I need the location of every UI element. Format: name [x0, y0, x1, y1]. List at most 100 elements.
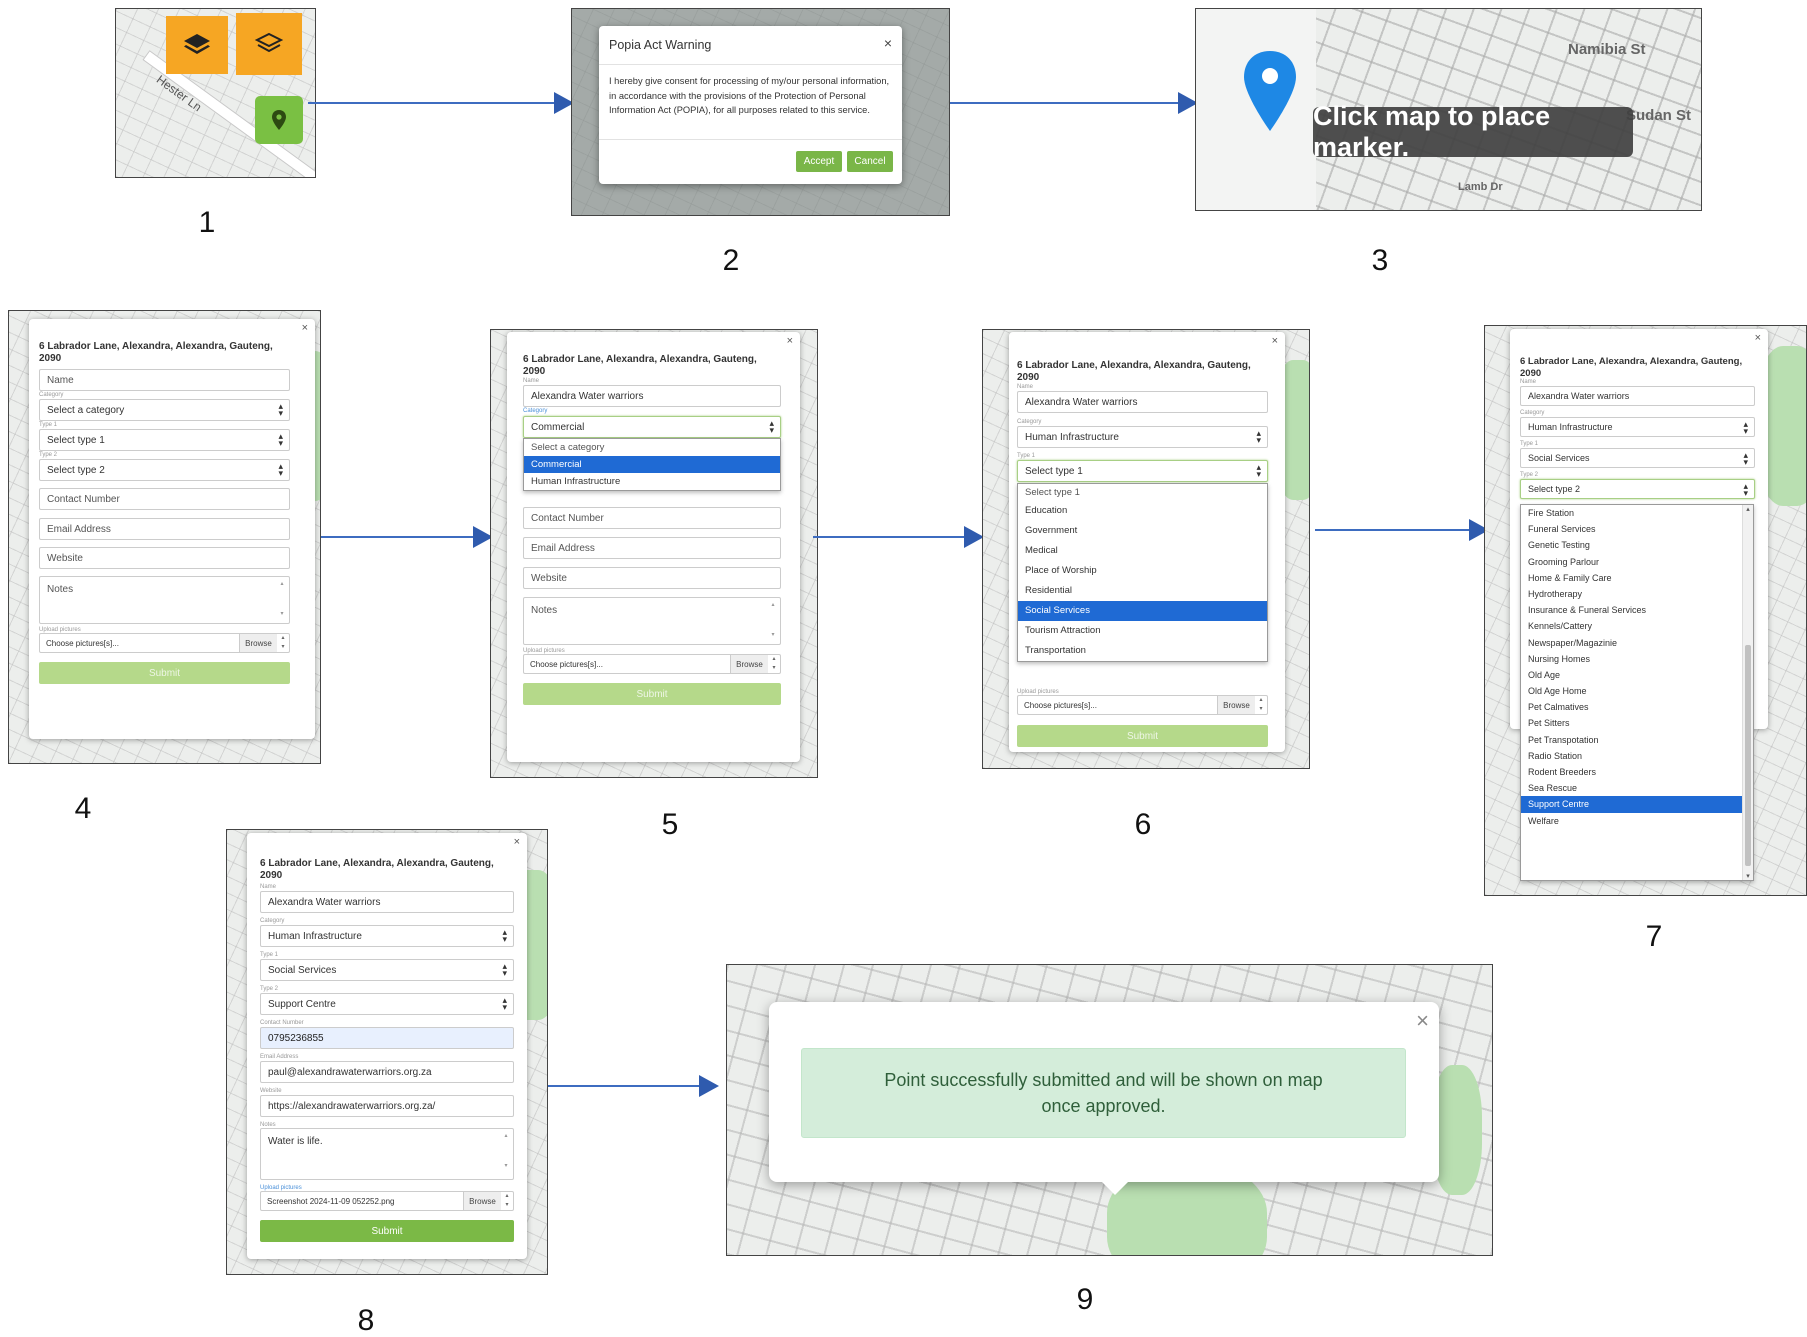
type1-select[interactable]: Select type 1 ▴ ▾ [1017, 460, 1268, 482]
type2-dropdown[interactable]: Fire Station Funeral Services Genetic Te… [1520, 504, 1754, 881]
dropdown-option[interactable]: Pet Transpotation [1521, 732, 1753, 748]
category-select[interactable]: Select a category ▴ ▾ [39, 399, 290, 421]
submit-button[interactable]: Submit [1017, 725, 1268, 747]
accept-button[interactable]: Accept [796, 151, 842, 172]
textarea-scrollbar[interactable]: ▴ ▾ [502, 1131, 510, 1177]
scroll-up-icon[interactable]: ▴ [1743, 505, 1753, 513]
dropdown-option-selected[interactable]: Commercial [524, 456, 780, 473]
dropdown-option[interactable]: Old Age Home [1521, 683, 1753, 699]
scroll-down-icon[interactable]: ▾ [1743, 872, 1753, 880]
type2-select[interactable]: Select type 2 ▴ ▾ [39, 459, 290, 481]
browse-button[interactable]: Browse [730, 655, 768, 673]
notes-textarea[interactable]: Water is life. ▴ ▾ [260, 1128, 514, 1180]
category-select[interactable]: Human Infrastructure ▴ ▾ [1017, 426, 1268, 448]
category-select[interactable]: Commercial ▴ ▾ [523, 416, 781, 438]
category-select[interactable]: Human Infrastructure ▴ ▾ [260, 925, 514, 947]
notes-textarea[interactable]: Notes ▴ ▾ [523, 597, 781, 645]
type2-select[interactable]: Select type 2 ▴ ▾ [1520, 479, 1755, 499]
close-icon[interactable]: × [884, 35, 892, 51]
dropdown-option[interactable]: Place of Worship [1018, 561, 1267, 581]
dropdown-option[interactable]: Newspaper/Magazinie [1521, 635, 1753, 651]
dropdown-option[interactable]: Pet Calmatives [1521, 699, 1753, 715]
dropdown-option[interactable]: Hydrotherapy [1521, 586, 1753, 602]
browse-button[interactable]: Browse [463, 1192, 501, 1210]
dropdown-option[interactable]: Nursing Homes [1521, 651, 1753, 667]
name-input[interactable]: Alexandra Water warriors [1017, 391, 1268, 413]
contact-number-input[interactable]: 0795236855 [260, 1027, 514, 1049]
dropdown-option[interactable]: Kennels/Cattery [1521, 618, 1753, 634]
scroll-thumb[interactable] [1745, 645, 1751, 866]
contact-number-input[interactable]: Contact Number [523, 507, 781, 529]
dropdown-option[interactable]: Home & Family Care [1521, 570, 1753, 586]
email-input[interactable]: paul@alexandrawaterwarriors.org.za [260, 1061, 514, 1083]
name-input[interactable]: Alexandra Water warriors [523, 385, 781, 407]
contact-number-input[interactable]: Contact Number [39, 488, 290, 510]
dropdown-option[interactable]: Fire Station [1521, 505, 1753, 521]
browse-button[interactable]: Browse [1217, 696, 1255, 714]
name-input[interactable]: Name [39, 369, 290, 391]
add-marker-button[interactable] [255, 96, 303, 144]
point-form: × 6 Labrador Lane, Alexandra, Alexandra,… [247, 833, 527, 1259]
step-number: 9 [1076, 1283, 1094, 1316]
name-input[interactable]: Alexandra Water warriors [260, 891, 514, 913]
category-dropdown[interactable]: Select a category Commercial Human Infra… [523, 438, 781, 491]
website-input[interactable]: Website [39, 547, 290, 569]
close-icon[interactable]: × [1416, 1008, 1429, 1034]
submit-button[interactable]: Submit [260, 1220, 514, 1242]
website-input[interactable]: https://alexandrawaterwarriors.org.za/ [260, 1095, 514, 1117]
close-icon[interactable]: × [1755, 332, 1761, 344]
layers-button[interactable] [166, 16, 228, 74]
dropdown-option[interactable]: Tourism Attraction [1018, 621, 1267, 641]
type1-select[interactable]: Social Services ▴ ▾ [260, 959, 514, 981]
dropdown-option[interactable]: Sea Rescue [1521, 780, 1753, 796]
email-input[interactable]: Email Address [39, 518, 290, 540]
browse-button[interactable]: Browse [239, 634, 277, 652]
close-icon[interactable]: × [514, 836, 520, 848]
dropdown-option[interactable]: Old Age [1521, 667, 1753, 683]
dropdown-option[interactable]: Residential [1018, 581, 1267, 601]
dropdown-option-selected[interactable]: Social Services [1018, 601, 1267, 621]
dropdown-option[interactable]: Funeral Services [1521, 521, 1753, 537]
dropdown-option[interactable]: Genetic Testing [1521, 537, 1753, 553]
textarea-scrollbar[interactable]: ▴ ▾ [278, 579, 286, 621]
website-input[interactable]: Website [523, 567, 781, 589]
submit-button[interactable]: Submit [523, 683, 781, 705]
dropdown-option[interactable]: Rodent Breeders [1521, 764, 1753, 780]
notes-textarea[interactable]: Notes ▴ ▾ [39, 576, 290, 624]
file-upload[interactable]: Choose pictures[s]... Browse ▴ ▾ [523, 654, 781, 674]
email-input[interactable]: Email Address [523, 537, 781, 559]
cancel-button[interactable]: Cancel [847, 151, 893, 172]
name-input[interactable]: Alexandra Water warriors [1520, 386, 1755, 406]
dropdown-scrollbar[interactable]: ▴ ▾ [1742, 505, 1753, 880]
select-caret-icon: ▴ ▾ [278, 461, 283, 478]
dropdown-option[interactable]: Government [1018, 521, 1267, 541]
close-icon[interactable]: × [1272, 335, 1278, 347]
textarea-scrollbar[interactable]: ▴ ▾ [769, 600, 777, 642]
dropdown-option[interactable]: Education [1018, 501, 1267, 521]
layers-outline-button[interactable] [236, 13, 302, 75]
dropdown-option[interactable]: Radio Station [1521, 748, 1753, 764]
submit-button[interactable]: Submit [39, 662, 290, 684]
type1-dropdown[interactable]: Select type 1 Education Government Medic… [1017, 483, 1268, 662]
file-upload[interactable]: Choose pictures[s]... Browse ▴ ▾ [1017, 695, 1268, 715]
type2-select[interactable]: Support Centre ▴ ▾ [260, 993, 514, 1015]
category-select[interactable]: Human Infrastructure ▴ ▾ [1520, 417, 1755, 437]
file-upload[interactable]: Screenshot 2024-11-09 052252.png Browse … [260, 1191, 514, 1211]
dropdown-option-selected[interactable]: Support Centre [1521, 796, 1742, 813]
type1-select[interactable]: Social Services ▴ ▾ [1520, 448, 1755, 468]
name-label: Name [260, 884, 277, 890]
dropdown-option[interactable]: Select a category [524, 439, 780, 456]
dropdown-option[interactable]: Select type 1 [1018, 484, 1267, 501]
dropdown-option[interactable]: Transportation [1018, 641, 1267, 661]
dropdown-option[interactable]: Medical [1018, 541, 1267, 561]
type1-select[interactable]: Select type 1 ▴ ▾ [39, 429, 290, 451]
website-label: Website [260, 1088, 282, 1094]
dropdown-option[interactable]: Human Infrastructure [524, 473, 780, 490]
dropdown-option[interactable]: Pet Sitters [1521, 715, 1753, 731]
close-icon[interactable]: × [302, 322, 308, 334]
dropdown-option[interactable]: Grooming Parlour [1521, 554, 1753, 570]
dropdown-option[interactable]: Welfare [1521, 813, 1753, 829]
close-icon[interactable]: × [787, 335, 793, 347]
file-upload[interactable]: Choose pictures[s]... Browse ▴ ▾ [39, 633, 290, 653]
dropdown-option[interactable]: Insurance & Funeral Services [1521, 602, 1753, 618]
